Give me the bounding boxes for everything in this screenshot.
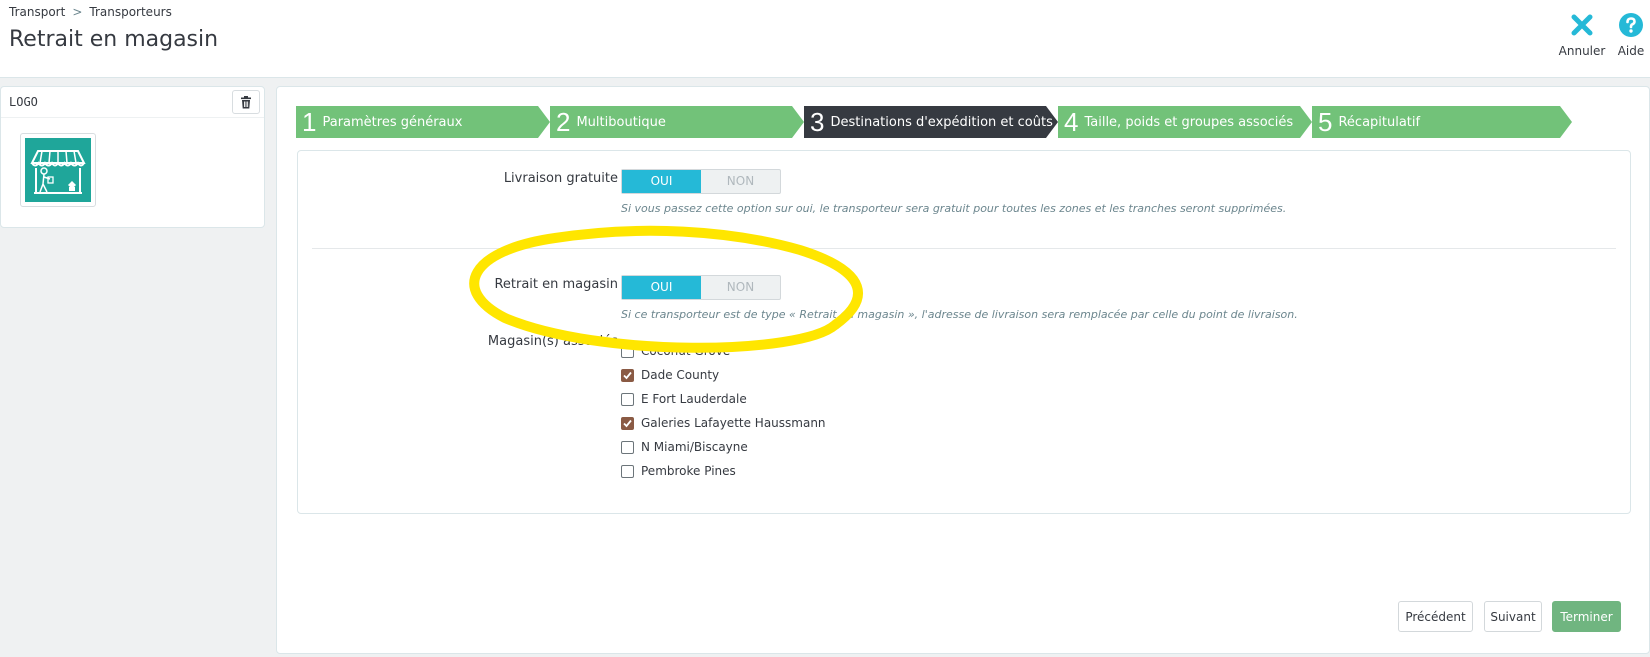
- store-name: N Miami/Biscayne: [641, 440, 748, 454]
- store-front-icon: [30, 150, 86, 194]
- help-label: Aide: [1617, 44, 1645, 58]
- carrier-logo: [20, 133, 96, 207]
- logo-panel: LOGO: [0, 86, 265, 228]
- step-2-number: 2: [556, 107, 571, 137]
- checkmark-icon: [623, 371, 632, 379]
- help-button[interactable]: Aide: [1615, 12, 1647, 58]
- store-name: E Fort Lauderdale: [641, 392, 747, 406]
- step-1-number: 1: [302, 107, 317, 137]
- step-5-label: Récapitulatif: [1338, 114, 1421, 130]
- checkbox-unchecked[interactable]: [621, 344, 634, 358]
- logo-panel-title: LOGO: [1, 87, 264, 118]
- wizard-steps: 1 Paramètres généraux 2 Multiboutique 3 …: [296, 106, 1636, 138]
- close-icon: [1571, 14, 1593, 36]
- pickup-yes[interactable]: OUI: [622, 276, 701, 299]
- cancel-button[interactable]: Annuler: [1557, 12, 1607, 58]
- question-icon: [1619, 13, 1643, 37]
- store-name: Pembroke Pines: [641, 464, 736, 478]
- checkbox-unchecked[interactable]: [621, 440, 634, 454]
- step-1[interactable]: 1 Paramètres généraux: [296, 106, 550, 138]
- trash-icon: [241, 95, 251, 108]
- step-5[interactable]: 5 Récapitulatif: [1312, 106, 1572, 138]
- checkbox-checked[interactable]: [621, 368, 634, 382]
- form-divider: [312, 248, 1616, 249]
- store-item[interactable]: Pembroke Pines: [621, 459, 826, 483]
- step-1-label: Paramètres généraux: [322, 114, 463, 130]
- pickup-no[interactable]: NON: [701, 276, 780, 299]
- breadcrumb-carriers[interactable]: Transporteurs: [89, 5, 171, 19]
- store-item[interactable]: Galeries Lafayette Haussmann: [621, 411, 826, 435]
- store-item[interactable]: E Fort Lauderdale: [621, 387, 826, 411]
- previous-button[interactable]: Précédent: [1398, 601, 1473, 632]
- free-shipping-no[interactable]: NON: [701, 170, 780, 193]
- checkmark-icon: [623, 419, 632, 427]
- page-title: Retrait en magasin: [9, 27, 219, 52]
- step-3-label: Destinations d'expédition et coûts: [830, 114, 1053, 130]
- store-name: Coconut Grove: [641, 344, 731, 358]
- free-shipping-switch[interactable]: OUI NON: [621, 169, 781, 194]
- store-item[interactable]: N Miami/Biscayne: [621, 435, 826, 459]
- store-item[interactable]: Coconut Grove: [621, 339, 826, 363]
- step-3[interactable]: 3 Destinations d'expédition et coûts: [804, 106, 1058, 138]
- free-shipping-help: Si vous passez cette option sur oui, le …: [621, 202, 1287, 215]
- checkbox-unchecked[interactable]: [621, 464, 634, 478]
- pickup-help: Si ce transporteur est de type « Retrait…: [621, 308, 1298, 321]
- breadcrumb: Transport > Transporteurs: [9, 5, 172, 19]
- store-list: Coconut Grove Dade County E Fort Lauderd…: [621, 339, 826, 483]
- carrier-wizard-panel: 1 Paramètres généraux 2 Multiboutique 3 …: [276, 86, 1650, 654]
- store-item[interactable]: Dade County: [621, 363, 826, 387]
- step-4-number: 4: [1064, 107, 1079, 137]
- shipping-form: Livraison gratuite OUI NON Si vous passe…: [297, 150, 1631, 514]
- breadcrumb-separator: >: [72, 5, 83, 19]
- step-2[interactable]: 2 Multiboutique: [550, 106, 804, 138]
- delete-logo-button[interactable]: [232, 90, 260, 114]
- checkbox-unchecked[interactable]: [621, 392, 634, 406]
- page-header: Transport > Transporteurs Retrait en magas…: [0, 0, 1650, 78]
- checkbox-checked[interactable]: [621, 416, 634, 430]
- pickup-label: Retrait en magasin: [494, 277, 618, 292]
- free-shipping-label: Livraison gratuite: [503, 171, 618, 186]
- step-2-label: Multiboutique: [576, 114, 666, 130]
- next-button[interactable]: Suivant: [1484, 601, 1542, 632]
- store-name: Dade County: [641, 368, 720, 382]
- step-3-number: 3: [810, 107, 825, 137]
- stores-label: Magasin(s) associés: [487, 334, 618, 349]
- free-shipping-yes[interactable]: OUI: [622, 170, 701, 193]
- step-4[interactable]: 4 Taille, poids et groupes associés: [1058, 106, 1312, 138]
- breadcrumb-transport[interactable]: Transport: [9, 5, 65, 19]
- store-name: Galeries Lafayette Haussmann: [641, 416, 826, 430]
- pickup-switch[interactable]: OUI NON: [621, 275, 781, 300]
- finish-button[interactable]: Terminer: [1552, 601, 1621, 632]
- cancel-label: Annuler: [1558, 44, 1606, 58]
- step-4-label: Taille, poids et groupes associés: [1084, 114, 1294, 130]
- step-5-number: 5: [1318, 107, 1333, 137]
